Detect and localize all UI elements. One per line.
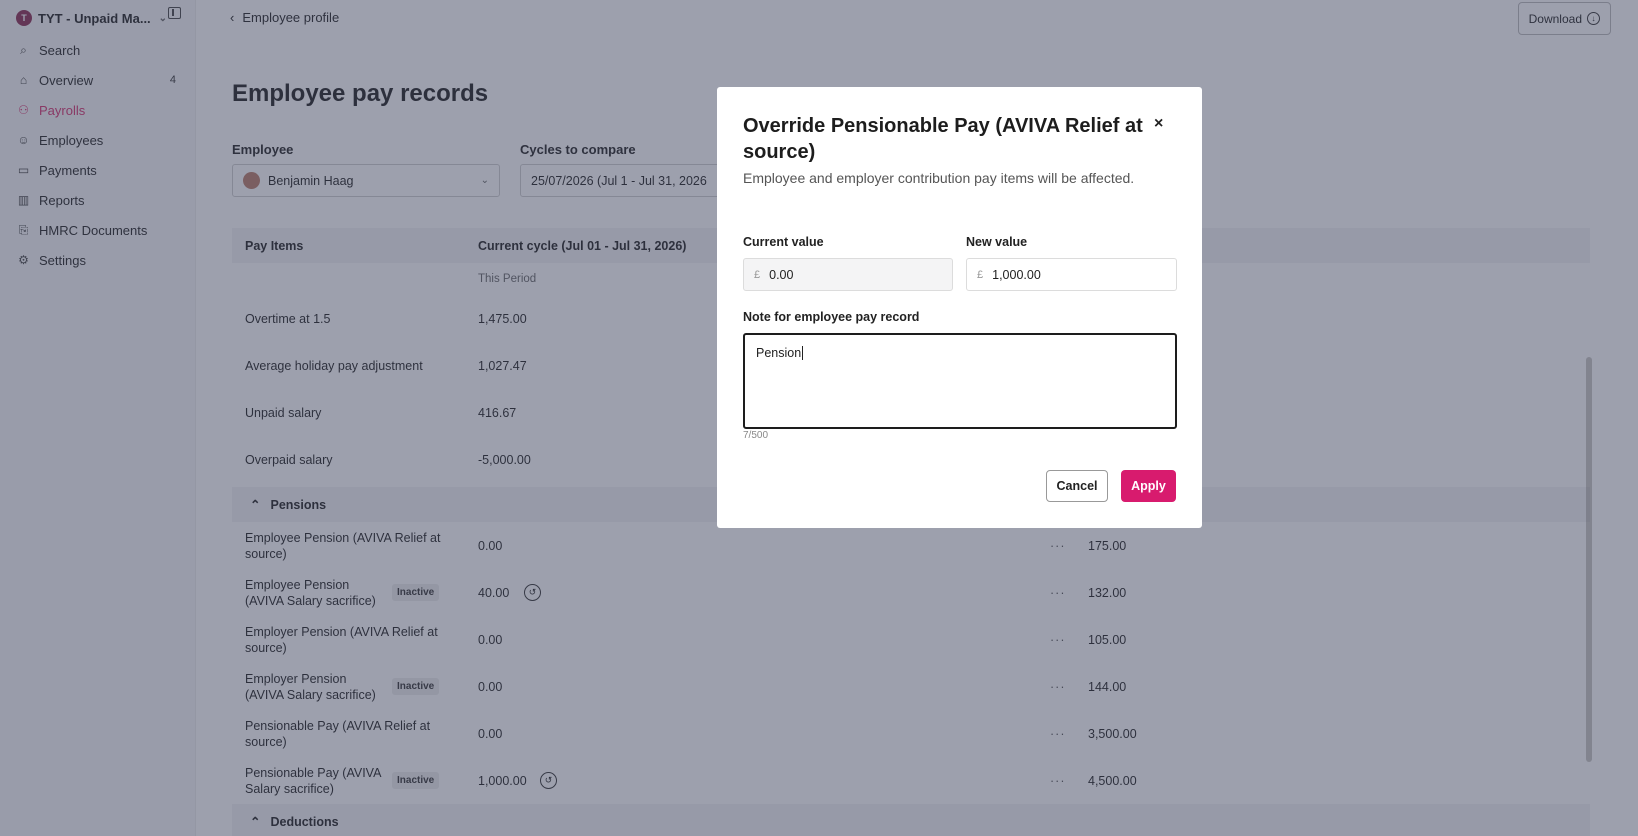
current-value-text: 0.00 (769, 267, 794, 282)
new-value-text: 1,000.00 (992, 267, 1041, 282)
note-text: Pension (756, 346, 802, 360)
apply-button[interactable]: Apply (1121, 470, 1176, 502)
current-value-field: £ 0.00 (743, 258, 953, 291)
new-value-label: New value (966, 235, 1028, 249)
text-cursor (802, 346, 804, 360)
new-value-input[interactable]: £ 1,000.00 (966, 258, 1177, 291)
note-textarea[interactable]: Pension (743, 333, 1177, 429)
scrollbar[interactable] (1586, 357, 1592, 762)
current-value-label: Current value (743, 235, 824, 249)
modal-title: Override Pensionable Pay (AVIVA Relief a… (743, 115, 1143, 163)
close-icon[interactable]: × (1154, 115, 1163, 133)
modal-description: Employee and employer contribution pay i… (743, 170, 1135, 186)
char-count: 7/500 (743, 430, 769, 441)
override-modal: Override Pensionable Pay (AVIVA Relief a… (717, 87, 1202, 528)
currency-symbol: £ (754, 268, 761, 281)
currency-symbol: £ (977, 268, 984, 281)
note-label: Note for employee pay record (743, 310, 920, 324)
cancel-button[interactable]: Cancel (1046, 470, 1108, 502)
